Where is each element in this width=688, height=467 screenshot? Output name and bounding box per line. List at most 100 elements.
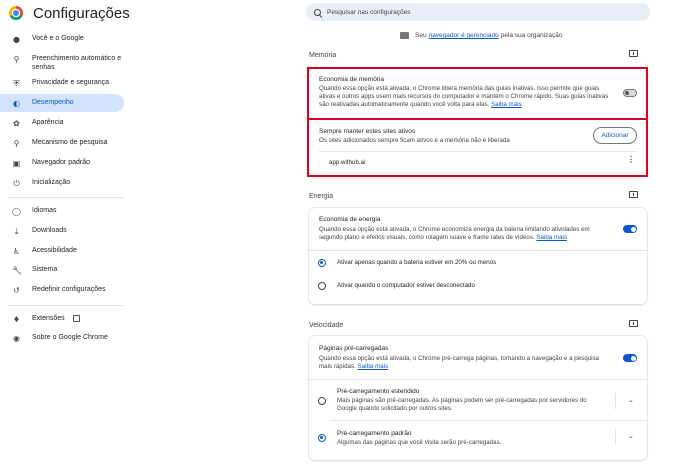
memory-saver-title: Economia de memória: [319, 76, 385, 83]
feedback-icon[interactable]: [629, 320, 638, 327]
sidebar-item-downloads[interactable]: ⤓ Downloads: [0, 227, 124, 236]
energy-saver-toggle[interactable]: [623, 225, 637, 233]
search-placeholder: Pesquisar nas configurações: [327, 8, 411, 16]
vertical-separator: [615, 393, 616, 409]
row-divider: [319, 151, 637, 152]
memory-saver-toggle[interactable]: [623, 89, 637, 97]
preload-title: Páginas pré-carregadas: [319, 345, 389, 352]
sidebar-item-label: Preenchimento automático e senhas: [32, 55, 122, 71]
energy-saver-description: Quando essa opção está ativada, o Chrome…: [319, 226, 611, 242]
sidebar-item-label: Idiomas: [32, 207, 57, 214]
puzzle-icon: ♦: [12, 315, 21, 324]
key-icon: ⚲: [13, 55, 20, 64]
energy-option-battery-radio[interactable]: [318, 259, 326, 267]
page-title: Configurações: [33, 5, 130, 22]
sidebar-item-navegador-padrao[interactable]: ▣ Navegador padrão: [0, 159, 124, 168]
sidebar-item-preenchimento[interactable]: ⚲ Preenchimento automático e senhas: [0, 55, 124, 72]
add-site-button[interactable]: Adicionar: [593, 127, 637, 144]
managed-notice: Seu navegador é gerenciado pela sua orga…: [400, 32, 563, 39]
open-in-new-icon: [72, 315, 80, 322]
managed-link[interactable]: navegador é gerenciado: [429, 32, 499, 39]
memory-saver-desc-text: Quando essa opção está ativada, o Chrome…: [319, 85, 609, 108]
search-icon: [314, 8, 321, 16]
sidebar-item-label: Downloads: [32, 227, 67, 234]
extended-preload-description: Mais páginas são pré-carregadas. As pági…: [337, 397, 587, 412]
section-title-velocidade: Velocidade: [309, 322, 344, 329]
power-icon: ⏻: [13, 179, 20, 188]
sidebar-item-mecanismo-de-pesquisa[interactable]: ⚲ Mecanismo de pesquisa: [0, 139, 124, 148]
section-title-energia: Energia: [309, 193, 334, 200]
history-icon: ↺: [13, 286, 20, 295]
standard-preload-description: Algumas das páginas que você visita serã…: [337, 439, 502, 446]
learn-more-link[interactable]: Saiba mais: [536, 234, 567, 241]
feedback-icon[interactable]: [629, 50, 638, 57]
accessibility-icon: ♿: [12, 247, 21, 256]
managed-suffix: pela sua organização: [500, 32, 563, 39]
energy-option-unplugged-radio[interactable]: [318, 282, 326, 290]
more-actions-icon[interactable]: ⋮: [627, 156, 635, 164]
sidebar-item-sistema[interactable]: 🔧 Sistema: [0, 266, 124, 275]
extended-preload-radio[interactable]: [318, 397, 326, 405]
preload-toggle[interactable]: [623, 354, 637, 362]
sidebar-item-label: Inicialização: [32, 179, 71, 186]
energy-saver-title: Economia de energia: [319, 216, 381, 223]
sidebar-item-label: Sistema: [32, 266, 58, 273]
building-icon: [400, 32, 409, 39]
standard-preload-radio[interactable]: [318, 434, 326, 442]
extended-preload-title: Pré-carregamento estendido: [337, 388, 420, 395]
sidebar-item-redefinir[interactable]: ↺ Redefinir configurações: [0, 286, 124, 295]
sidebar-item-inicializacao[interactable]: ⏻ Inicialização: [0, 179, 124, 188]
speedometer-icon: ◐: [13, 99, 20, 108]
sidebar-item-sobre-chrome[interactable]: ◉ Sobre o Google Chrome: [0, 334, 124, 343]
standard-preload-title: Pré-carregamento padrão: [337, 430, 412, 437]
sidebar-divider: [8, 197, 124, 198]
shield-icon: ⛨: [13, 79, 20, 88]
sidebar-item-label: Mecanismo de pesquisa: [32, 139, 108, 146]
chrome-logo-icon: [9, 6, 23, 20]
search-icon: ⚲: [13, 139, 20, 148]
sidebar-item-label: Sobre o Google Chrome: [32, 334, 108, 341]
feedback-icon[interactable]: [629, 191, 638, 198]
site-list-item: app.withub.ai: [329, 159, 366, 166]
energy-option-unplugged-label: Ativar quando o computador estiver desco…: [337, 282, 475, 289]
row-divider: [309, 379, 647, 380]
wrench-icon: 🔧: [12, 266, 22, 275]
preload-description: Quando essa opção está ativada, o Chrome…: [319, 355, 611, 371]
sidebar-item-desempenho[interactable]: ◐ Desempenho: [0, 94, 124, 112]
search-input[interactable]: Pesquisar nas configurações: [306, 3, 650, 21]
sidebar-item-label: Aparência: [32, 119, 64, 126]
expand-chevron-icon[interactable]: ⌄: [628, 432, 634, 440]
always-active-sites-description: Os sites adicionados sempre ficam ativos…: [319, 137, 510, 144]
sidebar-item-acessibilidade[interactable]: ♿ Acessibilidade: [0, 247, 124, 256]
sidebar-item-label: Navegador padrão: [32, 159, 90, 166]
sidebar-divider: [8, 305, 124, 306]
sidebar-item-label: Você e o Google: [32, 35, 84, 42]
always-active-sites-title: Sempre manter estes sites ativos: [319, 128, 416, 135]
section-title-memoria: Memória: [309, 52, 337, 59]
sidebar-item-label: Desempenho: [32, 99, 74, 106]
sidebar-item-voce-e-o-google[interactable]: ● Você e o Google: [0, 35, 124, 44]
row-divider: [309, 250, 647, 251]
sidebar-item-label: Privacidade e segurança: [32, 79, 110, 86]
learn-more-link[interactable]: Saiba mais: [358, 363, 389, 370]
chrome-icon: ◉: [13, 334, 20, 343]
sidebar-item-label: Extensões: [32, 315, 65, 322]
expand-chevron-icon[interactable]: ⌄: [628, 396, 634, 404]
learn-more-link[interactable]: Saiba mais: [491, 101, 522, 108]
sidebar-item-label: Redefinir configurações: [32, 286, 106, 293]
download-icon: ⤓: [14, 227, 19, 236]
sidebar-item-extensoes[interactable]: ♦ Extensões: [0, 315, 124, 324]
sidebar-item-privacidade[interactable]: ⛨ Privacidade e segurança: [0, 79, 124, 88]
globe-icon: ◯: [12, 207, 21, 216]
sidebar-item-label: Acessibilidade: [32, 247, 77, 254]
sidebar-item-aparencia[interactable]: ✿ Aparência: [0, 119, 124, 128]
vertical-separator: [615, 429, 616, 445]
energy-option-battery-label: Ativar apenas quando a bateria estiver e…: [337, 259, 497, 266]
person-icon: ●: [13, 35, 20, 44]
browser-icon: ▣: [12, 159, 21, 168]
managed-prefix: Seu: [415, 32, 427, 39]
memory-saver-description: Quando essa opção está ativada, o Chrome…: [319, 85, 611, 109]
row-divider: [330, 420, 647, 421]
sidebar-item-idiomas[interactable]: ◯ Idiomas: [0, 207, 124, 216]
palette-icon: ✿: [13, 119, 20, 128]
